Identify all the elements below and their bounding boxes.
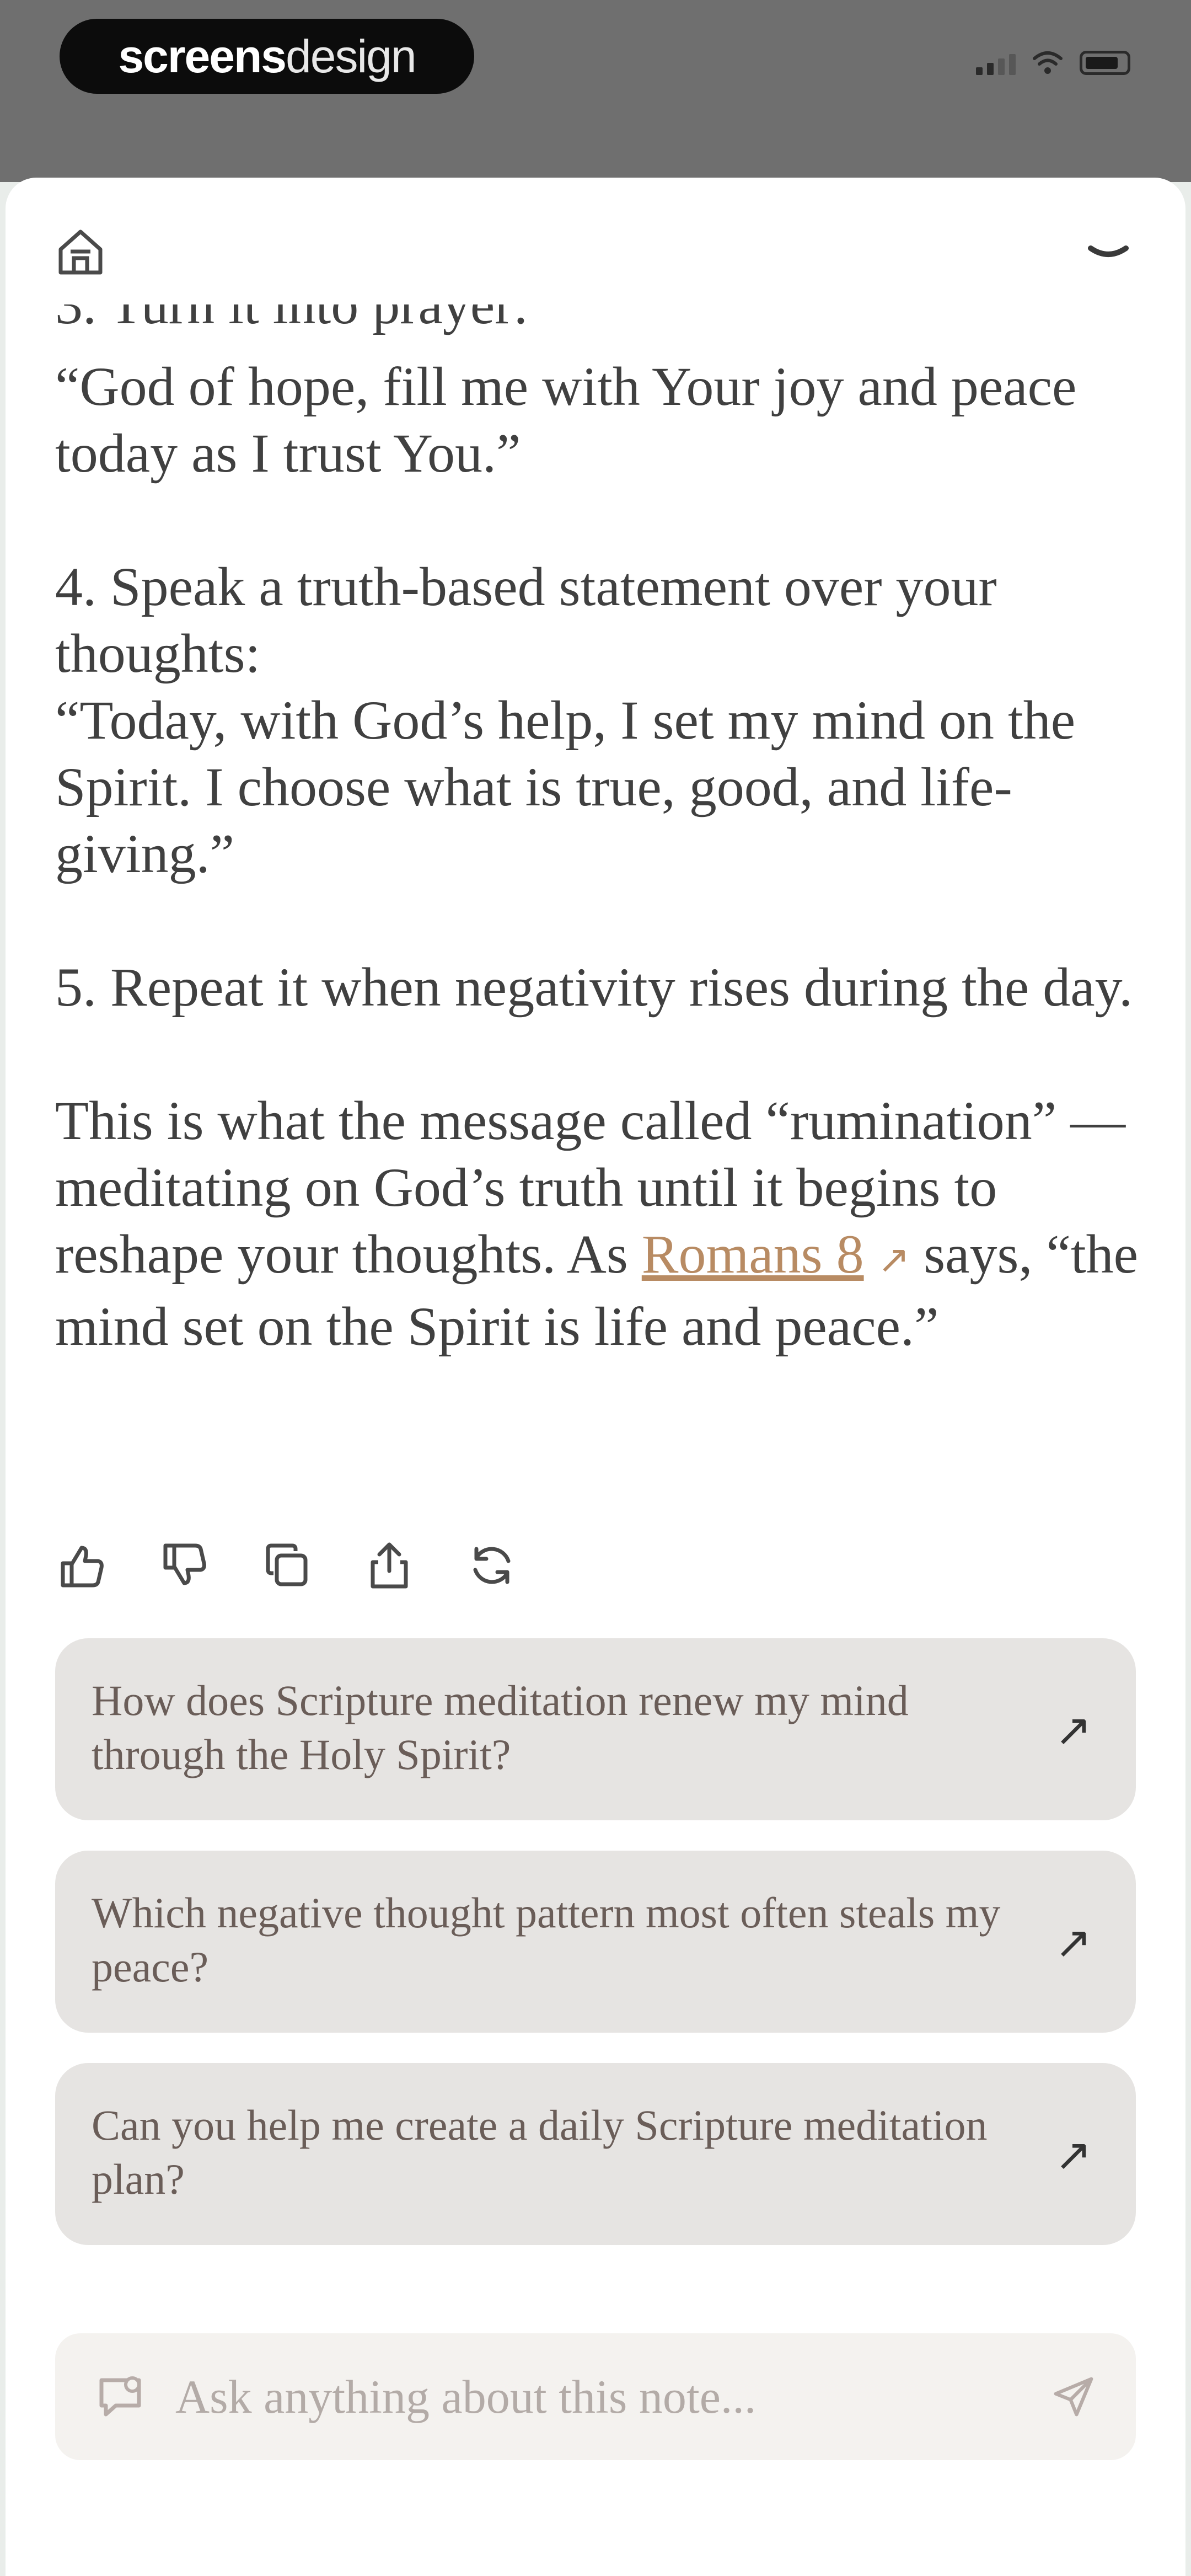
ask-bar	[55, 2333, 1136, 2460]
ask-input[interactable]	[174, 2369, 1050, 2425]
partial-line: 3. Turn it into prayer:	[55, 304, 529, 335]
message-paragraph: This is what the message called “ruminat…	[55, 1087, 1147, 1360]
suggestion-chip[interactable]: How does Scripture meditation renew my m…	[55, 1638, 1136, 1820]
arrow-up-right-icon: ↗	[1054, 1917, 1092, 1968]
copy-icon[interactable]	[260, 1539, 313, 1592]
wifi-icon	[1033, 51, 1063, 74]
assistant-message: “God of hope, fill me with Your joy and …	[55, 353, 1147, 1426]
message-paragraph: “God of hope, fill me with Your joy and …	[55, 356, 1077, 484]
brand-badge: screens design	[60, 19, 474, 94]
message-paragraph: 4. Speak a truth-based statement over yo…	[55, 553, 1147, 887]
arrow-up-right-icon: ↗	[1054, 2129, 1092, 2180]
message-step-body: “Today, with God’s help, I set my mind o…	[55, 690, 1076, 884]
suggestion-text: Which negative thought pattern most ofte…	[92, 1889, 1001, 1991]
suggestion-chip[interactable]: Which negative thought pattern most ofte…	[55, 1851, 1136, 2033]
chat-bubble-icon	[99, 2376, 141, 2417]
share-icon[interactable]	[363, 1539, 416, 1592]
suggestion-chip[interactable]: Can you help me create a daily Scripture…	[55, 2063, 1136, 2245]
home-icon[interactable]	[54, 225, 107, 278]
suggestion-text: Can you help me create a daily Scripture…	[92, 2101, 988, 2203]
thumbs-up-icon[interactable]	[55, 1539, 108, 1592]
message-step-head: 4. Speak a truth-based statement over yo…	[55, 556, 997, 684]
status-icons	[976, 51, 1130, 75]
chevron-down-icon[interactable]	[1081, 237, 1136, 270]
status-bar: screens design	[0, 0, 1191, 182]
brand-light: design	[286, 30, 417, 82]
signal-icon	[976, 54, 1016, 75]
message-actions	[55, 1539, 518, 1592]
romans-8-link[interactable]: Romans 8	[642, 1223, 864, 1285]
external-link-icon: ↗	[877, 1237, 910, 1282]
regenerate-icon[interactable]	[465, 1539, 518, 1592]
battery-icon	[1080, 51, 1130, 75]
brand-bold: screens	[118, 30, 287, 82]
send-icon[interactable]	[1050, 2373, 1097, 2420]
thumbs-down-icon[interactable]	[158, 1539, 211, 1592]
message-paragraph: 5. Repeat it when negativity rises durin…	[55, 956, 1133, 1018]
suggestion-text: How does Scripture meditation renew my m…	[92, 1676, 909, 1778]
arrow-up-right-icon: ↗	[1054, 1704, 1092, 1756]
